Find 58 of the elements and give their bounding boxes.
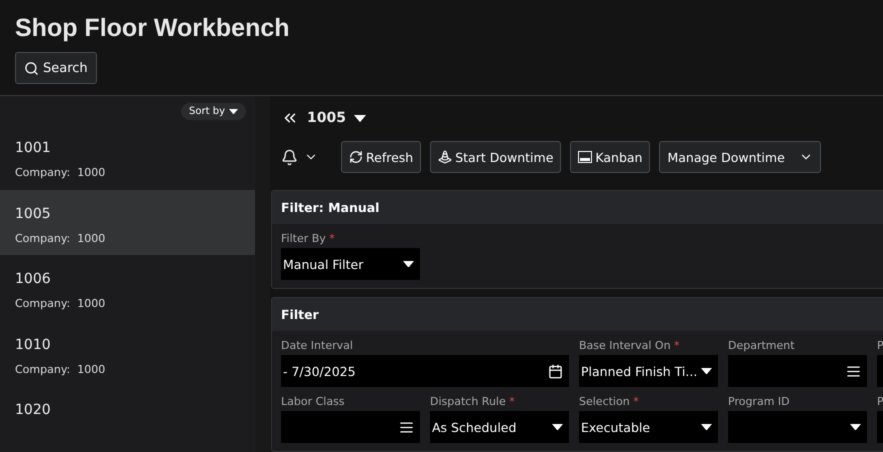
company-text: Company: 1000 <box>15 166 106 180</box>
company-text: Company: 1000 <box>15 297 106 310</box>
item-title: 1010 <box>15 336 52 353</box>
search-button[interactable]: Search <box>15 52 97 84</box>
list-item[interactable]: 1006 Company: 1000 <box>0 255 255 321</box>
item-title: 1020 <box>15 402 52 418</box>
field-label: Program ID <box>728 395 791 408</box>
page-title: Shop Floor Workbench <box>15 14 291 43</box>
field-label: Date Interval <box>281 339 354 352</box>
caret-icon <box>354 114 366 122</box>
panel-title: Filter: Manual <box>281 200 380 215</box>
caret-icon <box>552 424 563 430</box>
caret-icon <box>229 108 238 114</box>
toolbar-button[interactable]: Refresh <box>341 141 422 174</box>
caret-icon <box>701 424 712 430</box>
sort-button[interactable]: Sort by <box>181 103 246 120</box>
item-title: 1005 <box>15 206 52 222</box>
bell-icon <box>281 148 298 166</box>
list-item[interactable]: 1020 <box>0 386 255 452</box>
lookup-field[interactable] <box>728 355 867 387</box>
company-text: Company: 1000 <box>15 362 106 376</box>
board-icon <box>578 151 592 164</box>
dropdown-field[interactable]: Executable <box>579 411 718 443</box>
dropdown-field[interactable]: Planned Finish Ti... <box>579 355 718 387</box>
refresh-icon <box>349 150 363 164</box>
field-label: P <box>877 395 883 408</box>
notification-button[interactable] <box>281 148 318 166</box>
company-text: Company: 1000 <box>15 232 106 245</box>
dropdown-field[interactable]: As Scheduled <box>430 411 569 443</box>
field-label: Department <box>728 339 796 352</box>
lookup-field[interactable] <box>281 411 420 443</box>
list-item[interactable]: 1010 Company: 1000 <box>0 320 255 386</box>
toolbar-button[interactable]: Start Downtime <box>430 141 562 174</box>
item-title: 1006 <box>15 271 52 288</box>
panel-title: Filter <box>281 307 319 322</box>
cone-icon <box>438 150 452 164</box>
list-icon <box>846 364 861 378</box>
field-label: Dispatch Rule * <box>430 395 516 408</box>
caret-icon <box>403 260 414 268</box>
toolbar-button[interactable]: Kanban <box>570 141 650 174</box>
field-label: Filter By * <box>281 232 336 245</box>
search-icon <box>24 60 39 76</box>
list-item[interactable]: 1001 Company: 1000 <box>0 124 255 190</box>
item-title: 1001 <box>15 140 52 156</box>
list-icon <box>399 420 414 434</box>
field-label: Base Interval On * <box>579 339 681 352</box>
date-field[interactable]: - 7/30/2025 <box>281 355 569 387</box>
dropdown-field[interactable]: Manual Filter <box>281 248 420 280</box>
field-label: Selection * <box>579 395 640 408</box>
record-title[interactable]: 1005 <box>307 110 346 126</box>
list-item[interactable]: 1005 Company: 1000 <box>0 190 255 256</box>
caret-icon <box>850 424 861 430</box>
dropdown-field[interactable] <box>728 411 867 443</box>
field-label: Labor Class <box>281 395 346 408</box>
caret-icon <box>701 368 712 374</box>
menu-button[interactable]: Manage Downtime <box>659 141 821 174</box>
calendar-icon <box>548 364 563 378</box>
field-label: P <box>877 339 883 352</box>
